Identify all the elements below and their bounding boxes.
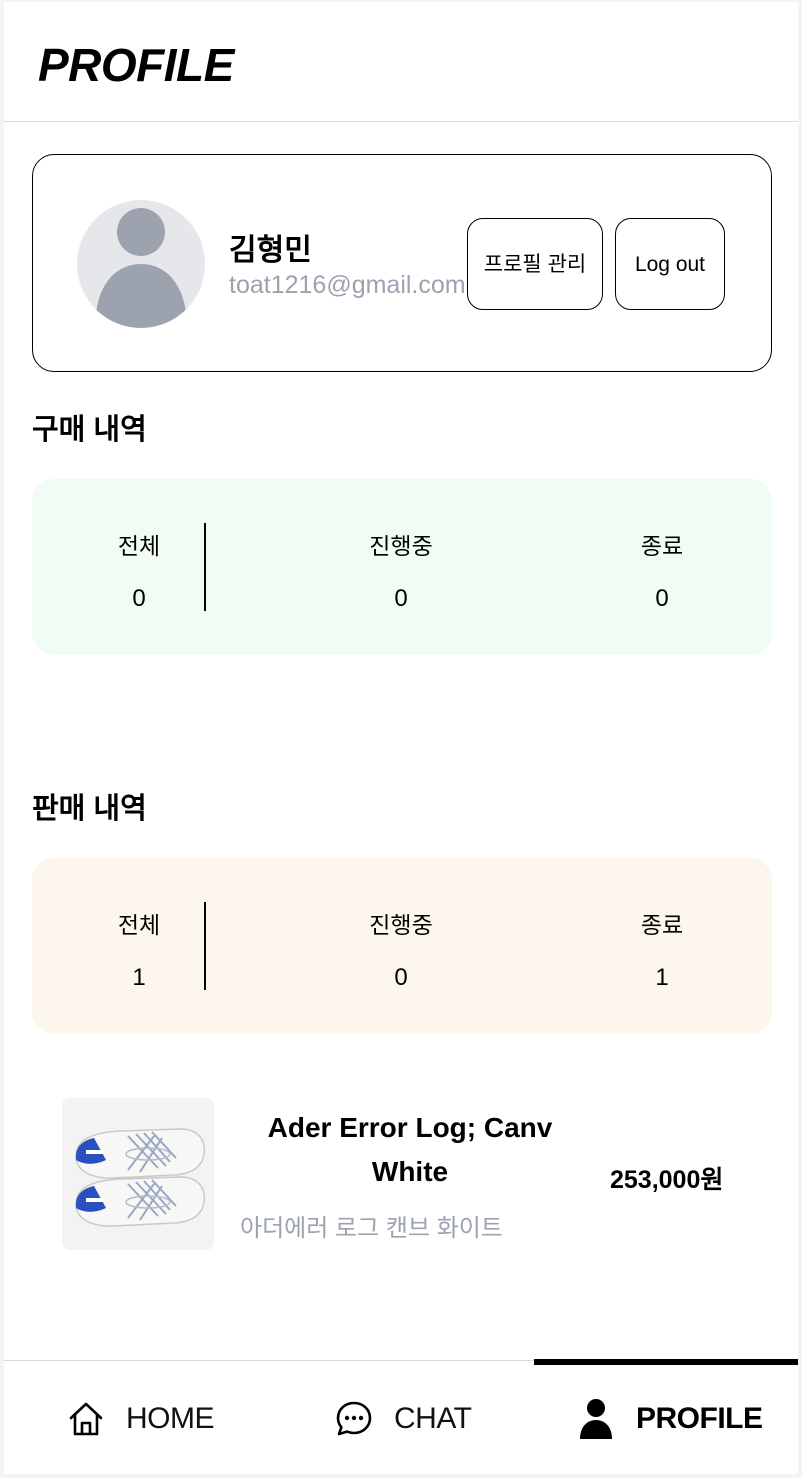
stat-label: 전체	[117, 533, 161, 559]
page-title: PROFILE	[38, 39, 234, 91]
stat-label: 종료	[640, 912, 684, 938]
nav-item-profile[interactable]: PROFILE	[574, 1391, 763, 1447]
home-icon	[64, 1397, 108, 1441]
product-image	[62, 1098, 214, 1250]
person-icon	[574, 1397, 618, 1441]
sales-stats: 전체 1 진행중 0 종료 1	[32, 858, 772, 1034]
product-price: 253,000원	[610, 1166, 724, 1194]
stat-value: 0	[655, 585, 669, 612]
sales-stat-all[interactable]: 전체 1	[69, 858, 209, 992]
sneakers-thumbnail-icon	[62, 1098, 214, 1250]
purchase-stat-in-progress[interactable]: 진행중 0	[331, 479, 471, 613]
product-list-item[interactable]: Ader Error Log; Canv White 아더에러 로그 캔브 화이…	[4, 1092, 798, 1262]
sales-history-title: 판매 내역	[32, 793, 147, 825]
stat-divider	[204, 523, 206, 611]
stat-value: 0	[394, 964, 408, 991]
product-name: Ader Error Log; Canv White	[267, 1112, 553, 1187]
purchase-stats: 전체 0 진행중 0 종료 0	[32, 479, 772, 655]
product-subname: 아더에러 로그 캔브 화이트	[240, 1215, 503, 1242]
sales-stat-in-progress[interactable]: 진행중 0	[331, 858, 471, 992]
user-name: 김형민	[229, 234, 312, 267]
purchase-stat-all[interactable]: 전체 0	[69, 479, 209, 613]
avatar	[77, 200, 205, 328]
stat-value: 0	[394, 585, 408, 612]
nav-label-home: HOME	[126, 1402, 215, 1435]
profile-card: 김형민 toat1216@gmail.com 프로필 관리 Log out	[32, 154, 772, 372]
stat-label: 진행중	[369, 533, 433, 559]
nav-item-chat[interactable]: CHAT	[332, 1391, 472, 1447]
logout-button[interactable]: Log out	[615, 218, 725, 310]
user-email: toat1216@gmail.com	[229, 271, 466, 299]
stat-value: 1	[132, 964, 146, 991]
stat-label: 진행중	[369, 912, 433, 938]
nav-active-indicator	[534, 1359, 798, 1365]
sales-stat-ended[interactable]: 종료 1	[592, 858, 732, 992]
page-header: PROFILE	[4, 2, 798, 122]
nav-label-profile: PROFILE	[636, 1402, 763, 1435]
manage-profile-button[interactable]: 프로필 관리	[467, 218, 603, 310]
user-silhouette-icon	[95, 208, 187, 328]
stat-divider	[204, 902, 206, 990]
app-frame: PROFILE 김형민 toat1216@gmail.com 프로필 관리 Lo…	[4, 2, 798, 1474]
nav-label-chat: CHAT	[394, 1402, 472, 1435]
stat-label: 종료	[640, 533, 684, 559]
purchase-stat-ended[interactable]: 종료 0	[592, 479, 732, 613]
bottom-nav: HOME CHAT PROFILE	[4, 1359, 798, 1474]
stat-value: 1	[655, 964, 669, 991]
chat-icon	[332, 1397, 376, 1441]
stat-value: 0	[132, 585, 146, 612]
purchase-history-title: 구매 내역	[32, 414, 147, 446]
stat-label: 전체	[117, 912, 161, 938]
nav-item-home[interactable]: HOME	[64, 1391, 215, 1447]
